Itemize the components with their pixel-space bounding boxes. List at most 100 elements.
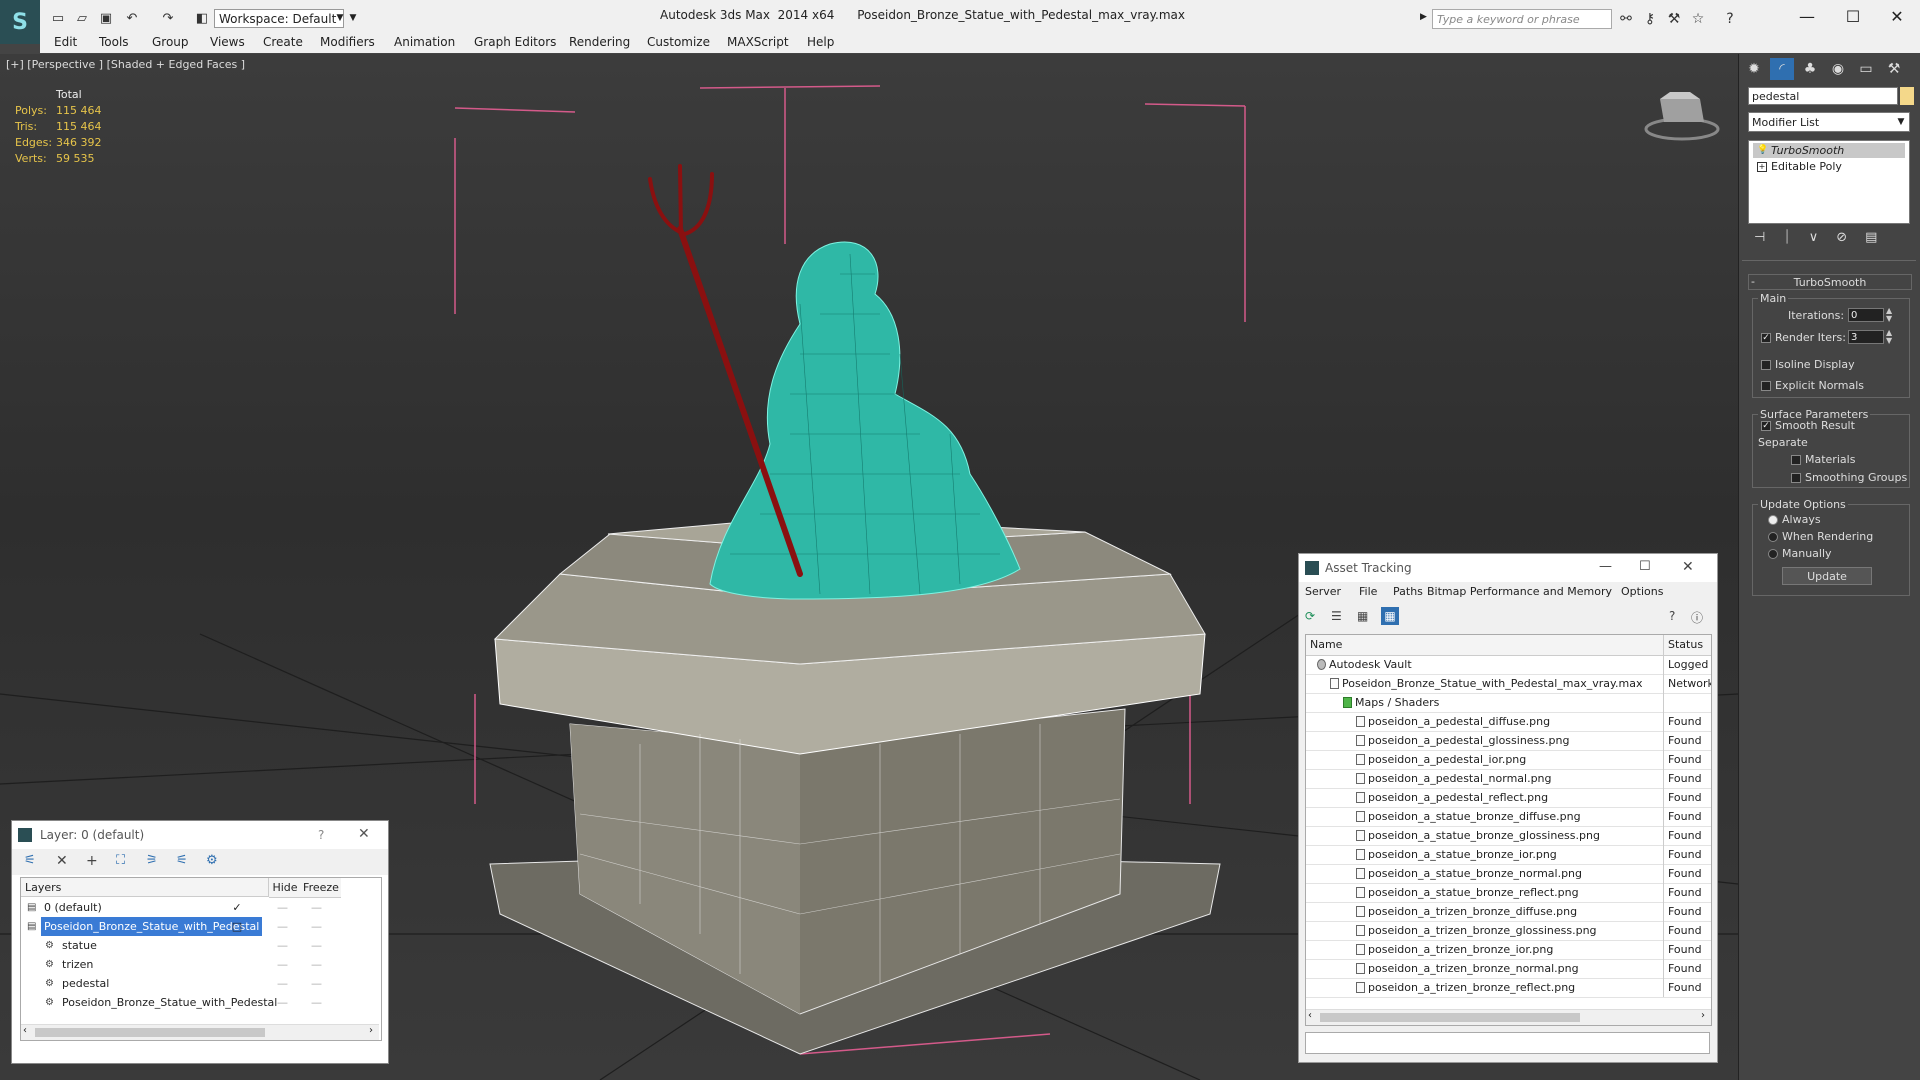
asset-row[interactable]: poseidon_a_trizen_bronze_ior.png Found [1306,940,1711,960]
search-input[interactable]: Type a keyword or phrase [1432,9,1612,29]
render-iters-spinner[interactable]: 3 [1848,330,1884,344]
lightbulb-icon[interactable]: 💡 [1757,145,1768,155]
layer-row[interactable]: ⚙ statue — — [21,936,379,955]
undo-icon[interactable]: ↶ [122,9,142,27]
menu-maxscript[interactable]: MAXScript [727,35,789,49]
favorites-star-icon[interactable]: ☆ [1688,9,1708,29]
freeze-toggle[interactable]: — [311,898,322,917]
save-icon[interactable]: ▣ [96,9,116,27]
smooth-result-checkbox[interactable]: ✓ [1761,421,1771,431]
asset-row[interactable]: Autodesk Vault Logged O [1306,655,1711,675]
remove-modifier-icon[interactable]: ⊘ [1836,230,1847,252]
hide-toggle[interactable]: — [277,917,288,936]
asset-menu-paths[interactable]: Paths [1393,585,1423,598]
menu-graph-editors[interactable]: Graph Editors [474,35,556,49]
manually-radio[interactable] [1768,549,1778,559]
viewport-label[interactable]: [+] [Perspective ] [Shaded + Edged Faces… [6,58,245,71]
help-icon[interactable]: ? [1669,609,1675,623]
hide-toggle[interactable]: — [277,936,288,955]
workspace-select[interactable]: Workspace: Default [214,9,344,28]
smoothing-groups-checkbox[interactable] [1791,473,1801,483]
asset-row[interactable]: poseidon_a_trizen_bronze_glossiness.png F… [1306,921,1711,941]
menu-rendering[interactable]: Rendering [569,35,630,49]
thumbnail-view-icon[interactable]: ▦ [1357,609,1368,623]
when-rendering-radio[interactable] [1768,532,1778,542]
current-layer-toggle[interactable]: □ [231,917,243,936]
quick-access-dropdown-icon[interactable]: ▼ [347,9,359,28]
show-end-result-icon[interactable]: ⏐ [1783,230,1790,252]
view-cube[interactable] [1644,92,1720,141]
key-icon[interactable]: ⚷ [1640,9,1660,29]
help-icon[interactable]: ? [1720,9,1740,29]
col-status[interactable]: Status [1663,635,1707,655]
scroll-right-icon[interactable]: › [1701,1010,1705,1021]
new-file-icon[interactable]: ▭ [48,9,68,27]
menu-modifiers[interactable]: Modifiers [320,35,375,49]
asset-row[interactable]: Poseidon_Bronze_Statue_with_Pedestal_max… [1306,674,1711,694]
highlight-layer-icon[interactable]: ⚞ [146,853,158,868]
open-file-icon[interactable]: ▱ [72,9,92,27]
spinner-arrows-icon[interactable]: ▲ ▼ [1886,307,1892,323]
asset-row[interactable]: poseidon_a_statue_bronze_diffuse.png Foun… [1306,807,1711,827]
layer-row[interactable]: ⚙ pedestal — — [21,974,379,993]
hide-toggle[interactable]: — [277,955,288,974]
refresh-icon[interactable]: ⟳ [1305,609,1315,623]
close-button[interactable]: ✕ [1874,0,1920,32]
expand-icon[interactable]: + [1757,162,1767,172]
asset-menu-server[interactable]: Server [1305,585,1341,598]
asset-row[interactable]: poseidon_a_pedestal_ior.png Found [1306,750,1711,770]
menu-create[interactable]: Create [263,35,303,49]
render-iters-checkbox[interactable]: ✓ [1761,333,1771,343]
make-unique-icon[interactable]: ∨ [1809,230,1819,252]
freeze-toggle[interactable]: — [311,993,322,1012]
scroll-right-icon[interactable]: › [369,1025,373,1036]
modify-tab-icon[interactable]: ◜ [1770,58,1794,80]
asset-row[interactable]: poseidon_a_pedestal_reflect.png Found [1306,788,1711,808]
stack-item-turbosmooth[interactable]: TurboSmooth [1753,143,1905,158]
minimize-button[interactable]: — [1784,0,1830,32]
scroll-left-icon[interactable]: ‹ [1308,1010,1312,1021]
col-name[interactable]: Name [1310,638,1342,651]
col-layers[interactable]: Layers [21,878,269,897]
motion-tab-icon[interactable]: ◉ [1826,58,1850,80]
search-expand-icon[interactable]: ▶ [1420,12,1427,22]
maximize-icon[interactable]: ☐ [1639,559,1651,574]
delete-layer-icon[interactable]: ✕ [56,853,68,869]
isoline-display-checkbox[interactable] [1761,360,1771,370]
explicit-normals-checkbox[interactable] [1761,381,1771,391]
menu-help[interactable]: Help [807,35,834,49]
hide-toggle[interactable]: — [277,898,288,917]
table-view-icon[interactable]: ▦ [1381,607,1399,625]
asset-row[interactable]: poseidon_a_pedestal_normal.png Found [1306,769,1711,789]
asset-row[interactable]: poseidon_a_statue_bronze_glossiness.png F… [1306,826,1711,846]
hide-toggle[interactable]: — [277,974,288,993]
menu-edit[interactable]: Edit [54,35,77,49]
pin-stack-icon[interactable]: ⊣ [1754,230,1765,252]
minimize-icon[interactable]: — [1599,559,1612,574]
list-view-icon[interactable]: ☰ [1331,609,1342,623]
project-folder-icon[interactable]: ◧ [192,9,212,27]
col-freeze[interactable]: Freeze [301,878,341,898]
asset-row[interactable]: poseidon_a_trizen_bronze_diffuse.png Foun… [1306,902,1711,922]
close-icon[interactable]: ✕ [1682,559,1694,575]
asset-row[interactable]: poseidon_a_statue_bronze_reflect.png Foun… [1306,883,1711,903]
collapse-icon[interactable]: - [1751,275,1755,288]
menu-animation[interactable]: Animation [394,35,455,49]
asset-row[interactable]: Maps / Shaders [1306,693,1711,713]
create-tab-icon[interactable]: ✹ [1742,58,1766,80]
display-tab-icon[interactable]: ▭ [1854,58,1878,80]
freeze-toggle[interactable]: — [311,917,322,936]
hierarchy-tab-icon[interactable]: ♣ [1798,58,1822,80]
communication-icon[interactable]: ⚒ [1664,9,1684,29]
select-objects-icon[interactable]: ⛶ [116,853,125,868]
turbosmooth-rollout-title[interactable]: TurboSmooth [1748,274,1912,290]
freeze-toggle[interactable]: — [311,974,322,993]
modifier-list-chevron-icon[interactable]: ▼ [1894,114,1908,130]
utilities-tab-icon[interactable]: ⚒ [1882,58,1906,80]
asset-row[interactable]: poseidon_a_statue_bronze_normal.png Found [1306,864,1711,884]
layer-row[interactable]: ▤ 0 (default) ✓ — — [21,898,379,917]
asset-tracking-titlebar[interactable]: Asset Tracking — ☐ ✕ [1299,554,1717,582]
object-color-swatch[interactable] [1900,87,1914,105]
layer-row[interactable]: ⚙ trizen — — [21,955,379,974]
new-layer-icon[interactable]: ⚟ [24,853,36,868]
